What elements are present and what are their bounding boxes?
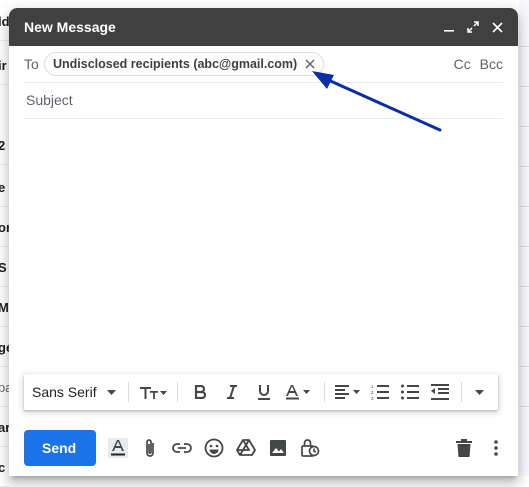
bcc-link[interactable]: Bcc [480, 56, 503, 72]
recipient-chip-label: Undisclosed recipients (abc@gmail.com) [53, 57, 298, 71]
compose-title: New Message [24, 19, 116, 35]
svg-text:3: 3 [371, 396, 374, 400]
recipient-chip[interactable]: Undisclosed recipients (abc@gmail.com) [44, 52, 325, 76]
more-options-icon[interactable] [480, 432, 512, 464]
formatting-toolbar: Sans Serif 123 [24, 374, 498, 410]
indent-less-icon[interactable] [425, 378, 455, 406]
bold-icon[interactable] [184, 378, 216, 406]
subject-input[interactable] [24, 91, 503, 109]
photo-icon[interactable] [262, 432, 294, 464]
compose-window: New Message To Undisclosed recipients (a… [9, 8, 518, 476]
send-button[interactable]: Send [24, 430, 96, 466]
cc-link[interactable]: Cc [454, 56, 471, 72]
to-field[interactable]: To Undisclosed recipients (abc@gmail.com… [24, 46, 503, 83]
emoji-icon[interactable] [198, 432, 230, 464]
background-panel [519, 0, 529, 476]
more-formatting-icon[interactable] [468, 378, 492, 406]
svg-text:1: 1 [371, 384, 374, 389]
subject-row [24, 82, 503, 119]
trash-icon[interactable] [448, 432, 480, 464]
underline-icon[interactable] [248, 378, 280, 406]
message-body[interactable] [24, 120, 503, 370]
link-icon[interactable] [166, 432, 198, 464]
compose-titlebar[interactable]: New Message [9, 8, 518, 46]
bulleted-list-icon[interactable] [395, 378, 425, 406]
formatting-options-icon[interactable] [102, 432, 134, 464]
close-icon[interactable] [486, 16, 508, 38]
font-family-label: Sans Serif [32, 384, 97, 400]
svg-text:2: 2 [371, 390, 374, 395]
numbered-list-icon[interactable]: 123 [365, 378, 395, 406]
text-color-icon[interactable] [280, 378, 318, 406]
confidential-icon[interactable] [294, 432, 326, 464]
italic-icon[interactable] [216, 378, 248, 406]
cc-bcc: Cc Bcc [449, 56, 503, 72]
text-size-icon[interactable] [135, 378, 171, 406]
attach-icon[interactable] [134, 432, 166, 464]
minimize-icon[interactable] [438, 16, 460, 38]
chevron-down-icon [106, 389, 116, 395]
align-icon[interactable] [331, 378, 365, 406]
expand-icon[interactable] [462, 16, 484, 38]
drive-icon[interactable] [230, 432, 262, 464]
to-label: To [24, 56, 39, 72]
remove-recipient-icon[interactable] [303, 57, 317, 71]
compose-bottom-toolbar: Send [9, 428, 518, 468]
font-family-select[interactable]: Sans Serif [32, 378, 122, 406]
